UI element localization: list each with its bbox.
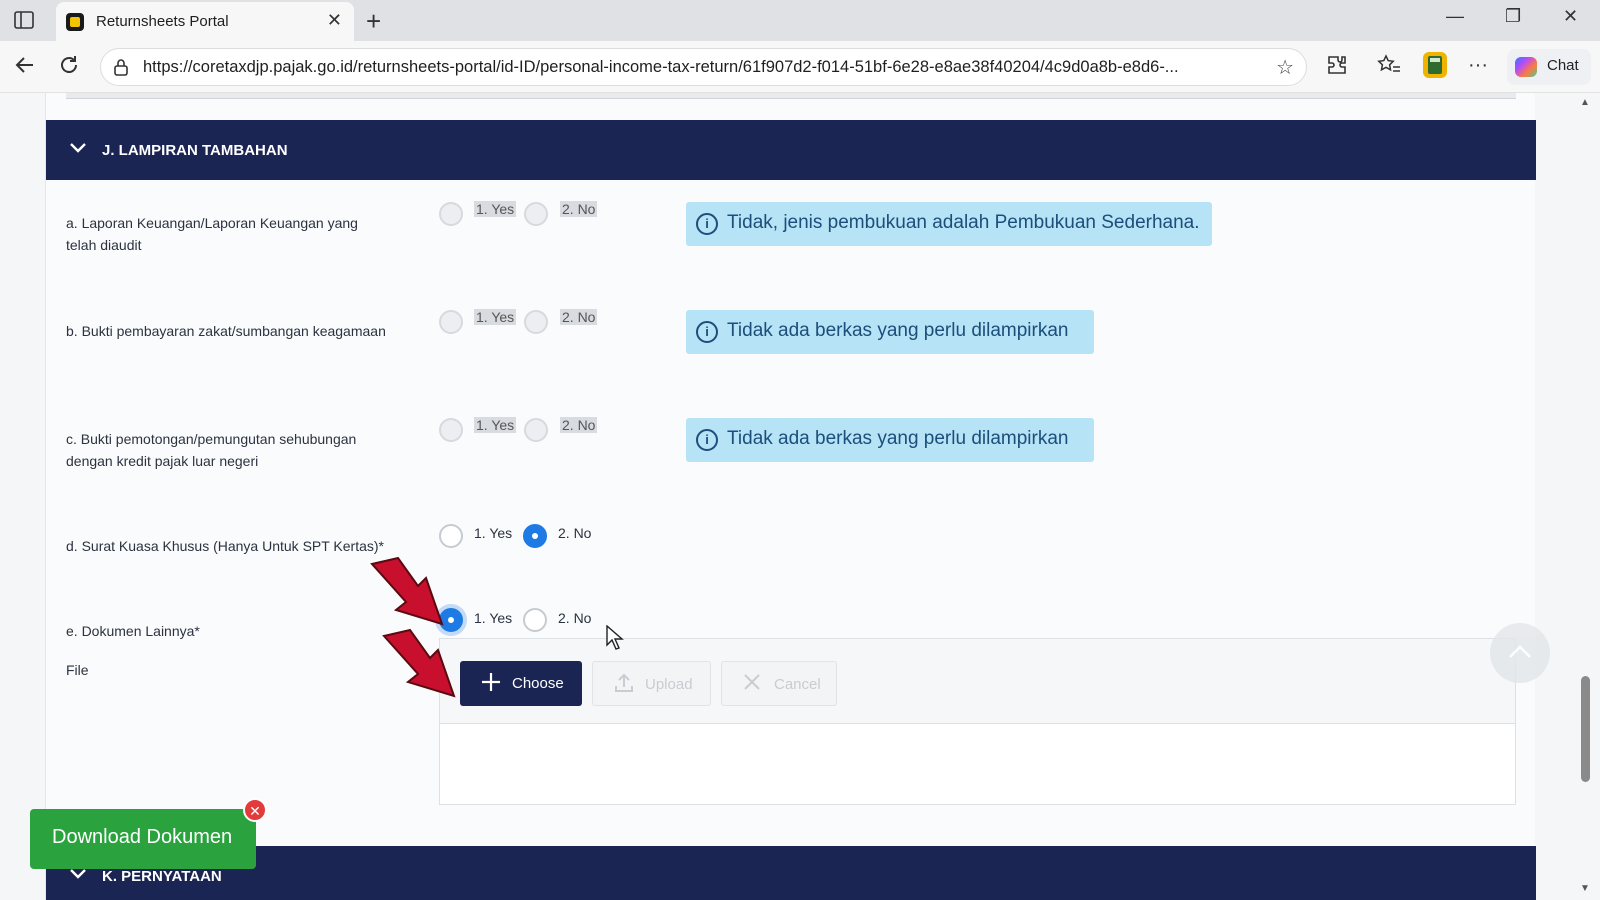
section-k-header[interactable]: K. PERNYATAAN [46,846,1536,900]
row-a-info-box: i Tidak, jenis pembukuan adalah Pembukua… [686,202,1212,246]
file-upload-panel: Choose Upload Cancel [439,638,1516,805]
page-scrollbar[interactable]: ▲ ▼ [1574,93,1594,900]
row-e-label: e. Dokumen Lainnya* [66,623,200,639]
info-icon: i [696,321,718,343]
row-a-no-radio [524,202,548,226]
browser-tab-bar: Returnsheets Portal ✕ + — ❐ ✕ [0,0,1600,42]
tab-title: Returnsheets Portal [96,13,229,30]
download-close-icon[interactable]: ✕ [243,798,267,822]
minimize-icon[interactable]: — [1446,6,1464,27]
scrollbar-thumb[interactable] [1581,676,1590,782]
row-d-no-radio[interactable] [523,524,547,548]
site-info-icon[interactable] [113,58,129,76]
chevron-up-icon [1509,645,1531,658]
row-d-label: d. Surat Kuasa Khusus (Hanya Untuk SPT K… [66,538,385,554]
row-c-yes-radio [439,418,463,442]
copilot-chat-button[interactable]: Chat [1507,49,1591,85]
row-c-info-box: i Tidak ada berkas yang perlu dilampirka… [686,418,1094,462]
annotation-arrow-icon [382,628,456,698]
row-a-info-text: Tidak, jenis pembukuan adalah Pembukuan … [727,212,1200,233]
row-c-label: c. Bukti pemotongan/pemungutan sehubunga… [66,431,357,469]
scroll-down-arrow-icon[interactable]: ▼ [1580,883,1590,894]
row-b-info-box: i Tidak ada berkas yang perlu dilampirka… [686,310,1094,354]
row-a-yes-label: 1. Yes [474,201,517,217]
reload-icon[interactable] [58,54,80,82]
row-b-no-label: 2. No [560,309,598,325]
chat-label: Chat [1547,57,1579,74]
row-a-label: a. Laporan Keuangan/Laporan Keuangan yan… [66,215,358,253]
calculator-extension-icon[interactable] [1422,51,1448,85]
section-k-title: K. PERNYATAAN [102,868,222,885]
back-icon[interactable] [14,54,36,82]
scroll-up-arrow-icon[interactable]: ▲ [1580,97,1590,108]
choose-button-label: Choose [512,675,564,692]
row-c-no-radio [524,418,548,442]
row-a-yes-radio [439,202,463,226]
file-label: File [66,662,89,678]
more-menu-icon[interactable]: ··· [1468,54,1488,77]
row-d-yes-radio[interactable] [439,524,463,548]
browser-toolbar: https://coretaxdjp.pajak.go.id/returnshe… [0,41,1600,93]
browser-tab-active[interactable]: Returnsheets Portal ✕ [56,2,354,42]
site-favicon-icon [66,13,84,31]
address-bar[interactable]: https://coretaxdjp.pajak.go.id/returnshe… [100,48,1307,86]
scroll-to-top-button[interactable] [1490,623,1550,683]
cancel-button: Cancel [721,661,837,706]
favorite-star-icon[interactable]: ☆ [1276,55,1294,80]
row-c-yes-label: 1. Yes [474,417,517,433]
tab-close-icon[interactable]: ✕ [327,10,342,31]
info-icon: i [696,429,718,451]
upload-button-label: Upload [645,676,693,693]
window-close-icon[interactable]: ✕ [1563,6,1578,27]
chevron-down-icon[interactable] [68,138,88,158]
upload-button: Upload [592,661,711,706]
row-d-yes-label[interactable]: 1. Yes [474,525,512,541]
restore-icon[interactable]: ❐ [1505,6,1521,27]
section-j-title: J. LAMPIRAN TAMBAHAN [102,142,288,159]
row-c-no-label: 2. No [560,417,598,433]
form-card: J. LAMPIRAN TAMBAHAN a. Laporan Keuangan… [45,93,1536,900]
close-icon [742,672,762,697]
new-tab-icon[interactable]: + [366,6,381,37]
url-text[interactable]: https://coretaxdjp.pajak.go.id/returnshe… [143,58,1263,77]
download-dokumen-button[interactable]: Download Dokumen [30,809,256,869]
row-c-info-text: Tidak ada berkas yang perlu dilampirkan [727,428,1069,449]
plus-icon [480,671,502,698]
copilot-icon [1515,57,1537,77]
previous-section-bottom [66,93,1516,99]
row-b-info-text: Tidak ada berkas yang perlu dilampirkan [727,320,1069,341]
extensions-icon[interactable] [1326,54,1348,82]
favorites-icon[interactable] [1377,54,1401,82]
sidebar-toggle-icon[interactable] [12,9,36,31]
section-j-header[interactable]: J. LAMPIRAN TAMBAHAN [46,120,1536,180]
choose-file-button[interactable]: Choose [460,661,582,706]
page-content: J. LAMPIRAN TAMBAHAN a. Laporan Keuangan… [0,93,1600,900]
cancel-button-label: Cancel [774,676,821,693]
download-label: Download Dokumen [52,826,233,848]
row-a-no-label: 2. No [560,201,598,217]
row-b-yes-label: 1. Yes [474,309,517,325]
info-icon: i [696,213,718,235]
row-d-no-label[interactable]: 2. No [558,525,591,541]
mouse-cursor-icon [606,625,624,650]
row-e-no-label[interactable]: 2. No [558,610,591,626]
row-b-no-radio [524,310,548,334]
upload-icon [613,672,635,699]
row-e-yes-label[interactable]: 1. Yes [474,610,512,626]
annotation-arrow-icon [370,556,444,626]
row-e-no-radio[interactable] [523,608,547,632]
row-b-label: b. Bukti pembayaran zakat/sumbangan keag… [66,323,386,339]
row-b-yes-radio [439,310,463,334]
file-upload-toolbar: Choose Upload Cancel [440,639,1515,724]
